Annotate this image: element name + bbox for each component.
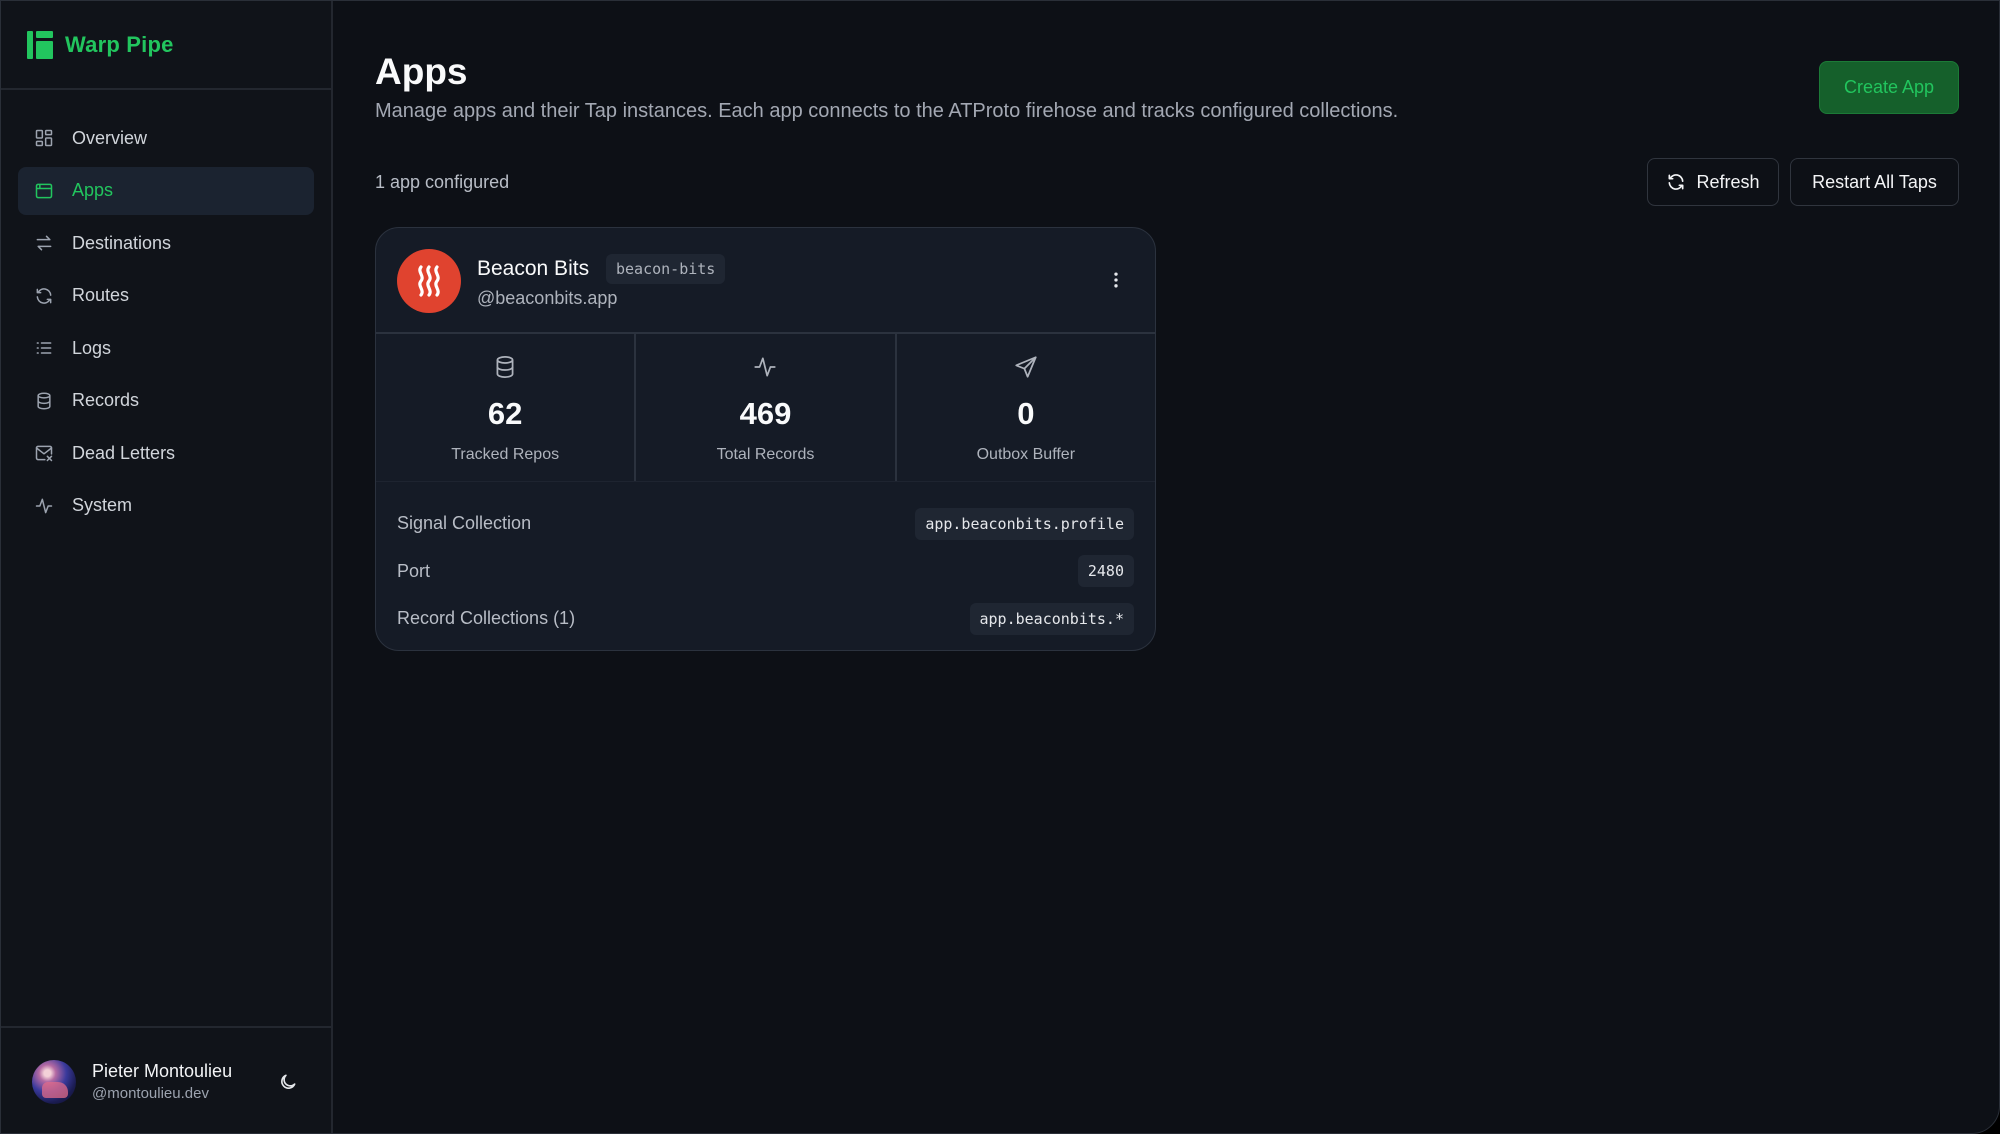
sidebar-nav: Overview Apps Destinations Routes Logs R… (1, 90, 331, 530)
main-content: Apps Manage apps and their Tap instances… (375, 1, 1961, 1133)
detail-value: app.beaconbits.profile (915, 507, 1134, 540)
stat-label: Outbox Buffer (976, 446, 1076, 463)
sidebar-item-label: Destinations (72, 232, 172, 253)
window-icon (34, 181, 54, 201)
page-description: Manage apps and their Tap instances. Eac… (375, 100, 1399, 122)
detail-value: 2480 (1077, 555, 1134, 588)
app-slug-badge: beacon-bits (606, 254, 726, 284)
sidebar-item-label: Logs (72, 337, 112, 358)
refresh-icon (34, 286, 54, 306)
detail-value: app.beaconbits.* (969, 602, 1134, 635)
stat-total-records: 469 Total Records (636, 334, 897, 481)
arrows-exchange-icon (34, 233, 54, 253)
sidebar-item-label: Overview (72, 127, 148, 148)
stat-value: 469 (739, 396, 792, 431)
create-app-button[interactable]: Create App (1819, 61, 1959, 114)
page-title: Apps (375, 51, 468, 92)
dashboard-icon (34, 128, 54, 148)
sidebar-item-records[interactable]: Records (18, 377, 314, 425)
brand-name: Warp Pipe (65, 31, 174, 57)
sidebar-item-label: Apps (72, 180, 114, 200)
sidebar-item-logs[interactable]: Logs (18, 324, 314, 372)
app-stats: 62 Tracked Repos 469 Total Records 0 Out… (376, 334, 1155, 482)
user-profile[interactable]: Pieter Montoulieu @montoulieu.dev (1, 1026, 331, 1133)
sidebar-item-label: Routes (72, 285, 130, 305)
send-icon (1013, 354, 1039, 380)
sidebar-item-system[interactable]: System (18, 482, 314, 530)
refresh-button[interactable]: Refresh (1647, 158, 1779, 206)
sidebar-item-destinations[interactable]: Destinations (18, 219, 314, 267)
detail-label: Record Collections (1) (397, 608, 576, 629)
sidebar: Warp Pipe Overview Apps Destinations Rou… (1, 1, 333, 1133)
sidebar-item-dead-letters[interactable]: Dead Letters (18, 429, 314, 477)
stat-outbox-buffer: 0 Outbox Buffer (897, 334, 1155, 481)
moon-icon[interactable] (276, 1070, 300, 1094)
app-handle: @beaconbits.app (477, 288, 618, 308)
detail-label: Signal Collection (397, 513, 532, 534)
sidebar-item-label: Dead Letters (72, 442, 176, 463)
app-logo-icon (397, 249, 461, 313)
sidebar-item-apps[interactable]: Apps (18, 166, 314, 215)
refresh-label: Refresh (1696, 171, 1760, 192)
detail-row-record-collections: Record Collections (1) app.beaconbits.* (397, 595, 1134, 643)
detail-label: Port (397, 560, 431, 581)
brand[interactable]: Warp Pipe (1, 1, 331, 90)
app-name: Beacon Bits (477, 257, 590, 280)
detail-row-signal-collection: Signal Collection app.beaconbits.profile (397, 500, 1134, 548)
sidebar-item-label: System (72, 495, 133, 515)
refresh-icon (1666, 172, 1686, 192)
app-card-header: Beacon Bits beacon-bits @beaconbits.app (376, 228, 1155, 334)
database-icon (492, 354, 518, 380)
app-window: Warp Pipe Overview Apps Destinations Rou… (0, 0, 2000, 1134)
stat-tracked-repos: 62 Tracked Repos (376, 334, 637, 481)
app-count: 1 app configured (375, 172, 510, 192)
restart-all-taps-button[interactable]: Restart All Taps (1790, 158, 1959, 206)
app-card[interactable]: Beacon Bits beacon-bits @beaconbits.app … (375, 227, 1156, 651)
mail-x-icon (34, 443, 54, 463)
activity-icon (752, 354, 778, 380)
list-icon (34, 338, 54, 358)
app-details: Signal Collection app.beaconbits.profile… (376, 482, 1155, 643)
user-name: Pieter Montoulieu (92, 1061, 233, 1081)
detail-row-port: Port 2480 (397, 548, 1134, 596)
sidebar-item-overview[interactable]: Overview (18, 114, 314, 162)
activity-icon (34, 496, 54, 516)
stat-label: Tracked Repos (451, 446, 560, 463)
stat-value: 62 (487, 396, 523, 431)
stat-label: Total Records (716, 446, 815, 463)
avatar (32, 1059, 76, 1104)
database-icon (34, 391, 54, 411)
more-vertical-icon[interactable] (1104, 268, 1128, 292)
sidebar-item-routes[interactable]: Routes (18, 272, 314, 320)
warp-pipe-logo-icon (27, 30, 53, 59)
stat-value: 0 (1017, 396, 1035, 431)
sidebar-item-label: Records (72, 390, 140, 410)
user-handle: @montoulieu.dev (92, 1085, 209, 1102)
